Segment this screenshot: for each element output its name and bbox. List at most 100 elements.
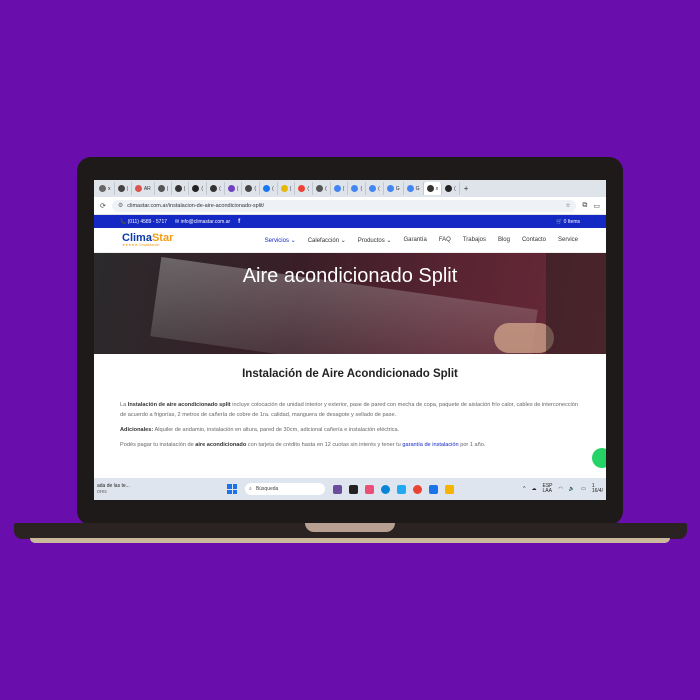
browser-tab[interactable]: ( <box>313 182 331 195</box>
warranty-link[interactable]: garantía de instalación <box>402 442 458 448</box>
logo-main-text: Clima <box>122 231 152 244</box>
browser-tab[interactable]: AR <box>132 182 155 195</box>
browser-tab[interactable]: G <box>404 182 424 195</box>
browser-tab[interactable]: x <box>96 182 115 195</box>
browser-tab[interactable]: ( <box>348 182 367 195</box>
tab-label: | <box>126 185 128 192</box>
volume-icon[interactable]: 🔈 <box>569 486 575 492</box>
widget-line2: ores <box>97 489 107 495</box>
menu-item[interactable]: Blog <box>498 237 510 244</box>
tab-favicon-icon <box>134 185 142 192</box>
browser-tab[interactable]: ( <box>242 182 261 195</box>
phone-link[interactable]: 📞 (011) 4589 - 5717 <box>120 219 167 225</box>
bookmark-star-icon[interactable]: ☆ <box>565 203 570 209</box>
tab-label: ( <box>219 185 221 192</box>
browser-tab[interactable]: x <box>423 182 443 195</box>
lang-line2: LAA <box>542 488 552 494</box>
whatsapp-button[interactable] <box>592 448 606 468</box>
tab-favicon-icon <box>210 185 218 192</box>
facebook-icon[interactable]: f <box>238 219 240 225</box>
browser-tab[interactable]: | <box>155 182 173 195</box>
hero-hand-image <box>494 323 554 353</box>
battery-icon[interactable]: ▭ <box>581 486 586 492</box>
tab-favicon-icon <box>351 185 359 192</box>
p3-post: por 1 año. <box>458 442 486 449</box>
browser-tab[interactable]: ( <box>442 182 460 195</box>
browser-tab[interactable]: ( <box>189 182 208 195</box>
browser-tab[interactable]: | <box>172 182 190 195</box>
browser-tab[interactable]: ( <box>331 182 349 195</box>
windows-start-icon[interactable] <box>227 484 237 494</box>
chevron-up-icon[interactable]: ^ <box>523 486 525 492</box>
app-icon[interactable] <box>429 484 438 494</box>
tab-label: ( <box>342 185 345 192</box>
tab-label: ( <box>289 185 292 192</box>
tab-label: x <box>108 185 111 192</box>
clock[interactable]: 1 16/4/ <box>591 483 603 495</box>
task-view-icon[interactable] <box>349 484 358 494</box>
tab-favicon-icon <box>406 185 414 192</box>
edge-icon[interactable] <box>381 484 390 494</box>
browser-tab[interactable]: ( <box>260 182 278 195</box>
laptop-screen: x | AR | | (((((((((((G Gx (+ ⟳ ⚙ climastar.com… <box>94 180 606 500</box>
app-icon[interactable] <box>365 484 374 494</box>
browser-tab[interactable]: ( <box>207 182 225 195</box>
intro-paragraph: La Instalación de aire acondicionado spl… <box>120 400 580 420</box>
menu-item[interactable]: FAQ <box>439 237 451 244</box>
menu-item[interactable]: Servicios ⌄ <box>265 237 296 244</box>
tab-label: ( <box>360 185 363 192</box>
clock-line2: 16/4/ <box>591 488 603 494</box>
extensions-icon[interactable]: ⧉ <box>582 202 587 210</box>
site-navigation: ClimaStar ★★★★★ Climatización Servicios … <box>94 228 606 253</box>
tab-favicon-icon <box>386 185 394 192</box>
system-tray: ^ ☁ ESP LAA ◠ 🔈 ▭ 1 16/4/ <box>523 483 603 495</box>
menu-item[interactable]: Trabajos <box>463 237 486 244</box>
p1-pre: La <box>120 402 128 408</box>
tab-favicon-icon <box>280 185 288 192</box>
vscode-icon[interactable] <box>397 484 406 494</box>
tab-favicon-icon <box>227 185 235 192</box>
tab-favicon-icon <box>426 185 434 192</box>
file-explorer-icon[interactable] <box>445 484 454 494</box>
hero-banner: Aire acondicionado Split <box>94 253 606 354</box>
tab-favicon-icon <box>333 185 341 192</box>
browser-tab[interactable]: ( <box>225 182 243 195</box>
tab-favicon-icon <box>117 185 125 192</box>
cloud-icon[interactable]: ☁ <box>532 486 537 492</box>
language-indicator[interactable]: ESP LAA <box>542 483 553 495</box>
cart-link[interactable]: 🛒 0 Items <box>556 219 580 225</box>
tab-label: G <box>415 185 420 192</box>
new-tab-button[interactable]: + <box>460 184 473 193</box>
hero-title: Aire acondicionado Split <box>242 265 458 287</box>
main-menu: Servicios ⌄ Calefacción ⌄ Productos ⌄ Garan… <box>265 237 578 244</box>
email-link[interactable]: ✉ info@climastar.com.ar <box>175 219 230 225</box>
menu-item[interactable]: Calefacción ⌄ <box>308 237 346 244</box>
browser-tab[interactable]: ( <box>278 182 296 195</box>
menu-item[interactable]: Productos ⌄ <box>358 237 392 244</box>
app-icon[interactable] <box>333 484 342 494</box>
menu-item[interactable]: Service <box>558 237 578 244</box>
browser-tab[interactable]: ( <box>295 182 314 195</box>
climastar-logo[interactable]: ClimaStar ★★★★★ Climatización <box>122 231 173 248</box>
p3-bold: aire acondicionado <box>195 442 247 449</box>
weather-widget[interactable]: ada de las te... ores <box>97 483 157 495</box>
search-icon: ⌕ <box>249 486 252 492</box>
taskbar-search[interactable]: ⌕ Búsqueda <box>245 483 325 495</box>
tab-favicon-icon <box>157 185 165 192</box>
menu-item[interactable]: Contacto <box>522 237 546 244</box>
browser-address-bar: ⟳ ⚙ climastar.com.ar/instalacion-de-aire… <box>94 197 606 215</box>
tab-favicon-icon <box>192 185 200 192</box>
browser-tab[interactable]: ( <box>366 182 384 195</box>
tab-label: ( <box>307 185 310 192</box>
search-placeholder: Búsqueda <box>255 486 279 492</box>
browser-tab[interactable]: G <box>384 182 404 195</box>
menu-item[interactable]: Garantía <box>403 237 426 244</box>
reload-icon[interactable]: ⟳ <box>100 202 106 210</box>
p3-mid: con tarjeta de crédito hasta en 12 cuota… <box>246 442 403 449</box>
side-panel-icon[interactable]: ▭ <box>593 202 600 210</box>
chrome-icon[interactable] <box>413 484 422 494</box>
url-field[interactable]: ⚙ climastar.com.ar/instalacion-de-aire-a… <box>111 199 577 212</box>
browser-tab[interactable]: | <box>115 182 132 195</box>
site-info-icon[interactable]: ⚙ <box>118 202 123 209</box>
wifi-icon[interactable]: ◠ <box>559 486 563 492</box>
